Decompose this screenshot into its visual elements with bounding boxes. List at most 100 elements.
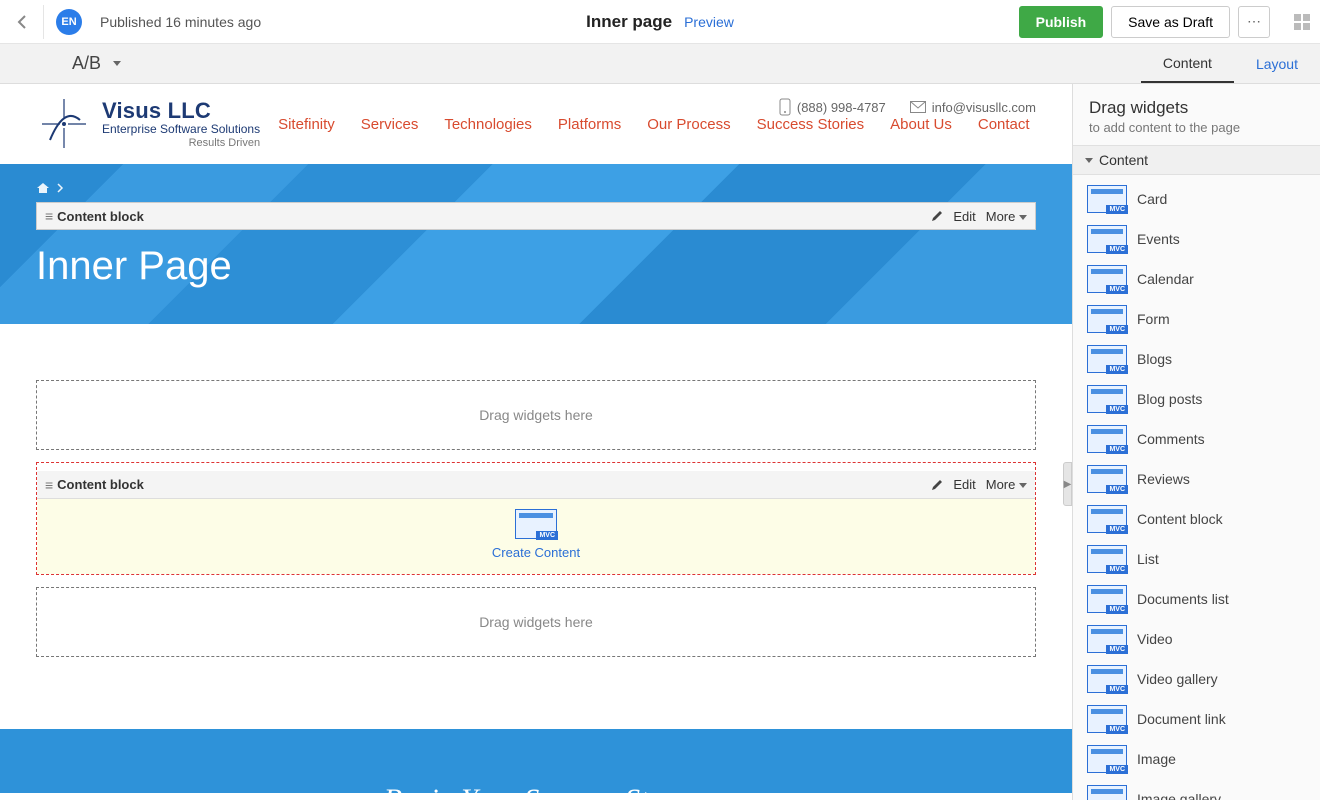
edit-link[interactable]: Edit [953,209,975,224]
pencil-icon[interactable] [931,210,943,222]
widget-item-list[interactable]: List [1073,539,1320,579]
company-tagline: Enterprise Software Solutions [102,123,260,136]
nav-success-stories[interactable]: Success Stories [757,116,865,133]
content-block-bar-hero[interactable]: ≡ Content block Edit More [36,202,1036,230]
widget-label: Events [1137,231,1180,247]
widget-label: Image [1137,751,1176,767]
caret-down-icon [1019,483,1027,488]
nav-our-process[interactable]: Our Process [647,116,730,133]
widget-icon [1087,545,1127,573]
widget-icon [1087,625,1127,653]
widget-icon [1087,745,1127,773]
widget-label: Blog posts [1137,391,1202,407]
widget-icon [1087,425,1127,453]
email-contact: info@visusllc.com [910,100,1036,115]
nav-platforms[interactable]: Platforms [558,116,621,133]
language-badge[interactable]: EN [56,9,82,35]
content-block-empty[interactable]: ≡ Content block Edit More Create Content [36,462,1036,575]
widget-item-document-link[interactable]: Document link [1073,699,1320,739]
more-link[interactable]: More [986,209,1027,224]
widget-item-video-gallery[interactable]: Video gallery [1073,659,1320,699]
widget-label: Calendar [1137,271,1194,287]
more-link[interactable]: More [986,477,1027,492]
more-actions-button[interactable]: ⋯ [1238,6,1270,38]
hero-title: Inner Page [36,244,1036,289]
widget-label: Video gallery [1137,671,1218,687]
nav-technologies[interactable]: Technologies [444,116,532,133]
widget-label: Video [1137,631,1173,647]
preview-link[interactable]: Preview [684,14,734,30]
home-icon[interactable] [36,182,50,194]
widget-label: Blogs [1137,351,1172,367]
sidebar-title: Drag widgets [1089,98,1304,118]
widget-icon [1087,265,1127,293]
widget-item-image-gallery[interactable]: Image gallery [1073,779,1320,800]
apps-icon[interactable] [1294,14,1310,30]
widget-icon [1087,345,1127,373]
create-content-link[interactable]: Create Content [492,545,580,560]
content-block-icon [515,509,557,539]
company-name: Visus LLC [102,99,260,123]
logo[interactable]: Visus LLC Enterprise Software Solutions … [36,96,260,152]
envelope-icon [910,101,926,113]
nav-about-us[interactable]: About Us [890,116,952,133]
phone-icon [779,98,791,116]
nav-services[interactable]: Services [361,116,419,133]
content-block-label: Content block [57,209,144,224]
widget-item-reviews[interactable]: Reviews [1073,459,1320,499]
logo-icon [36,96,92,152]
widget-item-card[interactable]: Card [1073,179,1320,219]
widget-label: Form [1137,311,1170,327]
drop-zone-1[interactable]: Drag widgets here [36,380,1036,450]
widget-item-calendar[interactable]: Calendar [1073,259,1320,299]
widget-icon [1087,785,1127,800]
widget-item-content-block[interactable]: Content block [1073,499,1320,539]
widget-item-form[interactable]: Form [1073,299,1320,339]
widget-label: Content block [1137,511,1223,527]
widget-label: Reviews [1137,471,1190,487]
widget-item-documents-list[interactable]: Documents list [1073,579,1320,619]
widget-icon [1087,705,1127,733]
edit-link[interactable]: Edit [953,477,975,492]
footer-cta-band: Begin Your Success Story [0,729,1072,793]
phone-contact: (888) 998-4787 [779,98,886,116]
drop-zone-2[interactable]: Drag widgets here [36,587,1036,657]
ab-label: A/B [72,53,101,74]
caret-down-icon [1085,158,1093,163]
tab-layout[interactable]: Layout [1234,44,1320,83]
pencil-icon[interactable] [931,479,943,491]
widget-icon [1087,465,1127,493]
widget-label: Image gallery [1137,791,1221,800]
widget-label: Comments [1137,431,1205,447]
back-button[interactable] [10,5,44,39]
widget-item-image[interactable]: Image [1073,739,1320,779]
publish-status: Published 16 minutes ago [100,14,261,30]
publish-button[interactable]: Publish [1019,6,1104,38]
nav-contact[interactable]: Contact [978,116,1030,133]
widget-label: Document link [1137,711,1226,727]
widget-item-comments[interactable]: Comments [1073,419,1320,459]
nav-sitefinity[interactable]: Sitefinity [278,116,335,133]
widget-icon [1087,385,1127,413]
tab-content[interactable]: Content [1141,44,1234,83]
drag-handle-icon[interactable]: ≡ [45,477,51,493]
widget-label: List [1137,551,1159,567]
widget-item-blogs[interactable]: Blogs [1073,339,1320,379]
save-draft-button[interactable]: Save as Draft [1111,6,1230,38]
widget-item-video[interactable]: Video [1073,619,1320,659]
drag-handle-icon[interactable]: ≡ [45,208,51,224]
widget-icon [1087,585,1127,613]
page-title: Inner page [586,12,672,32]
panel-collapse-handle[interactable]: ▶ [1063,462,1072,506]
widget-section-content[interactable]: Content [1073,145,1320,175]
widget-icon [1087,665,1127,693]
widget-icon [1087,505,1127,533]
company-tagline2: Results Driven [102,137,260,149]
widget-item-blog-posts[interactable]: Blog posts [1073,379,1320,419]
caret-down-icon [113,61,121,66]
widget-icon [1087,305,1127,333]
ab-test-dropdown[interactable]: A/B [72,53,121,74]
widget-icon [1087,225,1127,253]
widget-label: Card [1137,191,1167,207]
widget-item-events[interactable]: Events [1073,219,1320,259]
